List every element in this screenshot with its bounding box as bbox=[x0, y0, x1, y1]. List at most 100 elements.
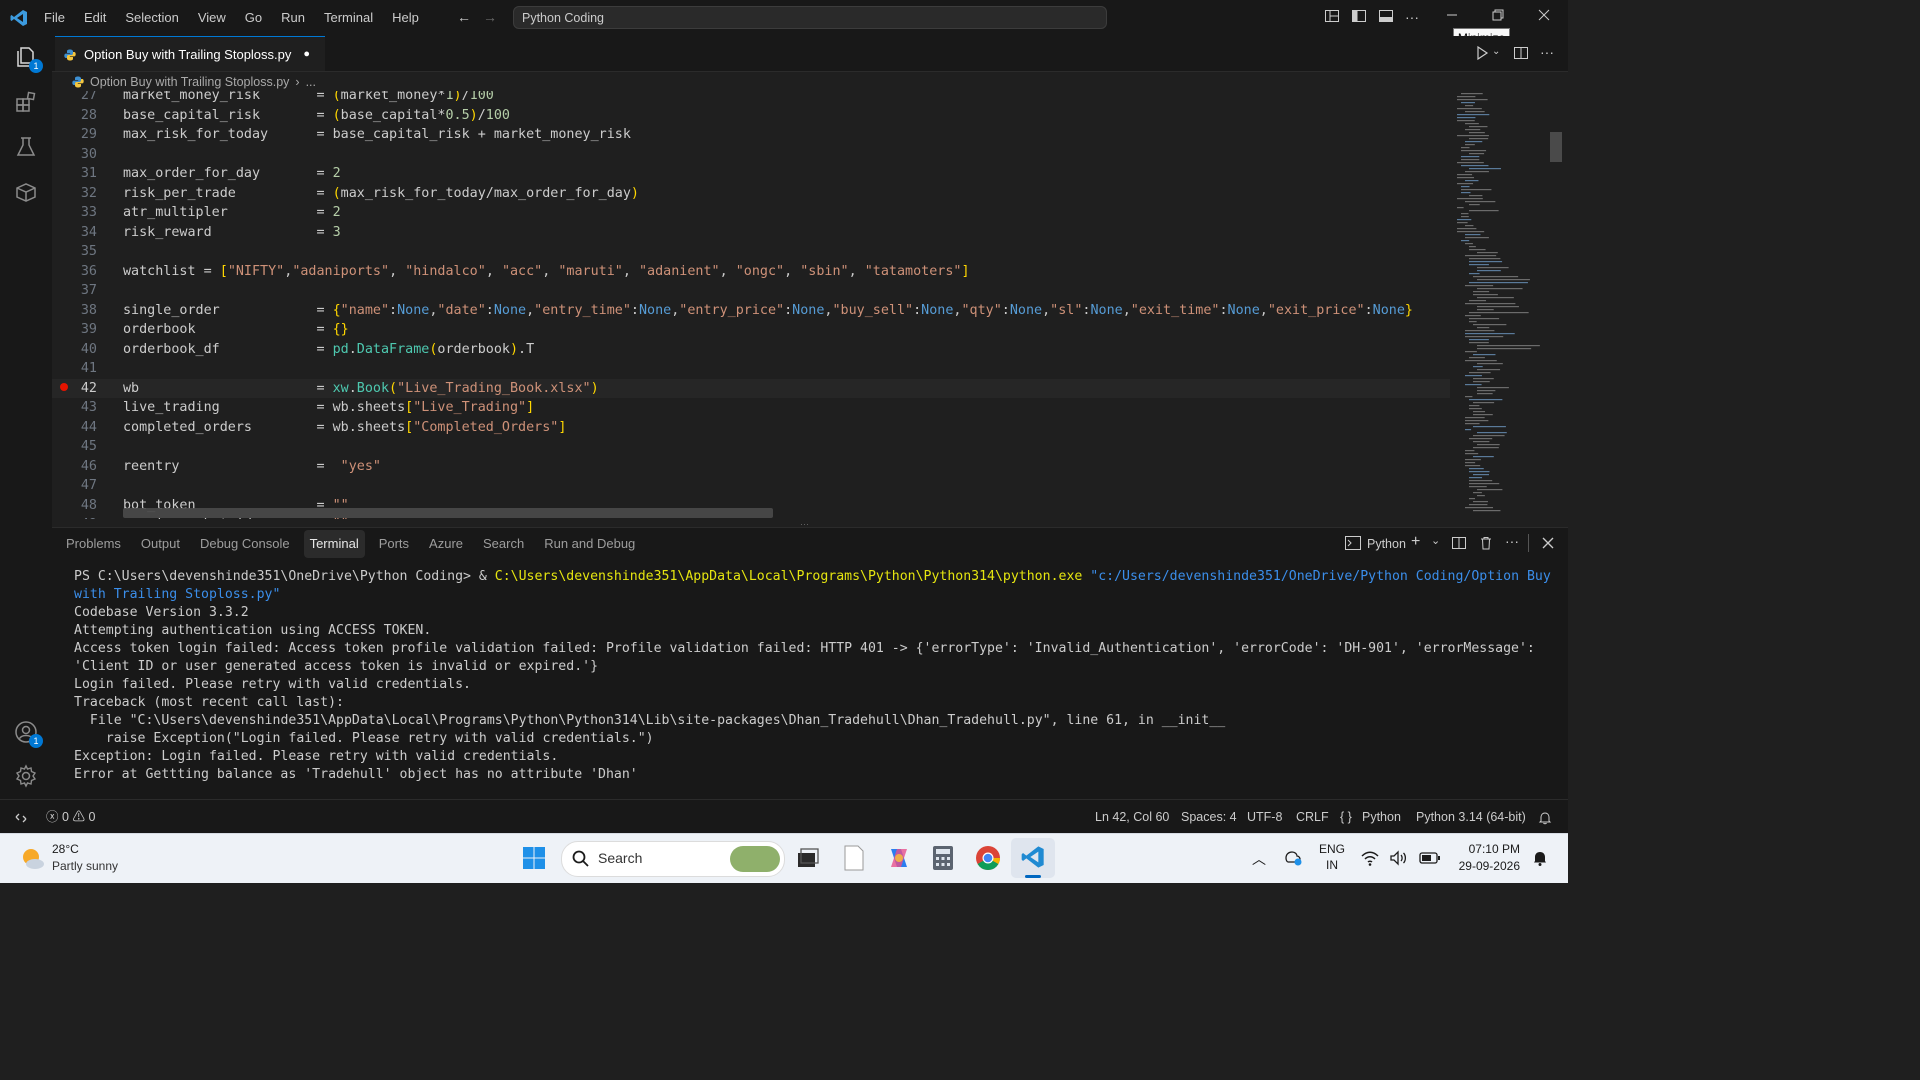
task-view-icon[interactable] bbox=[796, 847, 820, 869]
editor-horizontal-scrollbar[interactable] bbox=[123, 508, 773, 518]
toggle-panel-icon[interactable] bbox=[1377, 8, 1395, 26]
code-line[interactable]: 47 bbox=[52, 476, 1450, 496]
code-line[interactable]: 35 bbox=[52, 242, 1450, 262]
weather-desc[interactable]: Partly sunny bbox=[52, 859, 118, 873]
menu-run[interactable]: Run bbox=[271, 0, 314, 36]
language-mode[interactable]: Python bbox=[1362, 800, 1401, 834]
terminal-dropdown-chevron-icon[interactable]: ⌄ bbox=[1431, 534, 1440, 547]
back-arrow-icon[interactable]: ← bbox=[455, 8, 473, 26]
toggle-sidebar-icon[interactable] bbox=[1350, 8, 1368, 26]
tab-option-buy[interactable]: Option Buy with Trailing Stoploss.py ● bbox=[55, 36, 325, 71]
code-line[interactable]: 31 max_order_for_day = 2 bbox=[52, 164, 1450, 184]
battery-icon[interactable] bbox=[1419, 851, 1441, 865]
language-indicator-bottom[interactable]: IN bbox=[1319, 858, 1345, 872]
settings-gear-icon[interactable] bbox=[13, 764, 39, 790]
explorer-icon[interactable]: 1 bbox=[13, 45, 43, 73]
command-center-search[interactable]: Python Coding bbox=[513, 6, 1107, 29]
language-indicator-top[interactable]: ENG bbox=[1319, 842, 1345, 856]
menu-view[interactable]: View bbox=[188, 0, 235, 36]
cursor-position[interactable]: Ln 42, Col 60 bbox=[1095, 800, 1169, 834]
panel-more-actions-icon[interactable]: ··· bbox=[1505, 533, 1519, 549]
weather-temp[interactable]: 28°C bbox=[52, 842, 79, 856]
panel-tab-ports[interactable]: Ports bbox=[373, 530, 415, 558]
code-line[interactable]: 41 bbox=[52, 359, 1450, 379]
code-line[interactable]: 33 atr_multipler = 2 bbox=[52, 203, 1450, 223]
windows-start-icon[interactable] bbox=[522, 846, 546, 870]
menu-help[interactable]: Help bbox=[382, 0, 428, 36]
minimize-window-icon[interactable] bbox=[1443, 8, 1461, 26]
menu-selection[interactable]: Selection bbox=[115, 0, 187, 36]
editor-vertical-scrollbar[interactable] bbox=[1550, 132, 1562, 162]
remote-explorer-icon[interactable] bbox=[13, 180, 39, 206]
code-line[interactable]: 42 wb = xw.Book("Live_Trading_Book.xlsx") bbox=[52, 378, 1450, 398]
menu-edit[interactable]: Edit bbox=[74, 0, 115, 36]
notifications-bell-icon[interactable] bbox=[1538, 800, 1552, 834]
minimap[interactable] bbox=[1455, 91, 1550, 519]
code-line[interactable]: 43 live_trading = wb.sheets["Live_Trading… bbox=[52, 398, 1450, 418]
panel-tab-azure[interactable]: Azure bbox=[423, 530, 469, 558]
testing-flask-icon[interactable] bbox=[13, 135, 39, 161]
close-panel-icon[interactable] bbox=[1540, 535, 1556, 551]
accounts-icon[interactable]: 1 bbox=[13, 720, 43, 748]
show-hidden-icons-chevron-icon[interactable]: ︿ bbox=[1252, 849, 1266, 869]
indentation-status[interactable]: Spaces: 4 bbox=[1181, 800, 1237, 834]
code-line[interactable]: 46 reentry = "yes" bbox=[52, 457, 1450, 477]
code-line[interactable]: 36 watchlist = ["NIFTY","adaniports", "hi… bbox=[52, 262, 1450, 282]
code-line[interactable]: 37 bbox=[52, 281, 1450, 301]
encoding-status[interactable]: UTF-8 bbox=[1247, 800, 1282, 834]
code-line[interactable]: 32 risk_per_trade = (max_risk_for_today/m… bbox=[52, 184, 1450, 204]
code-editor[interactable]: 27 market_money_risk = (market_money*1)/1… bbox=[52, 91, 1450, 519]
terminal-shell-selector[interactable]: Python bbox=[1345, 535, 1406, 553]
chrome-browser-icon[interactable] bbox=[975, 845, 1001, 871]
kill-terminal-trash-icon[interactable] bbox=[1478, 535, 1494, 551]
code-line[interactable]: 27 market_money_risk = (market_money*1)/1… bbox=[52, 91, 1450, 106]
code-line[interactable]: 38 single_order = {"name":None,"date":Non… bbox=[52, 301, 1450, 321]
code-line[interactable]: 40 orderbook_df = pd.DataFrame(orderbook)… bbox=[52, 340, 1450, 360]
python-interpreter[interactable]: Python 3.14 (64-bit) bbox=[1416, 800, 1526, 834]
taskbar-vscode-button[interactable] bbox=[1011, 838, 1055, 878]
breadcrumb-file[interactable]: Option Buy with Trailing Stoploss.py bbox=[90, 75, 289, 89]
forward-arrow-icon[interactable]: → bbox=[481, 8, 499, 26]
weather-sun-cloud-icon[interactable] bbox=[20, 846, 46, 872]
code-line[interactable]: 44 completed_orders = wb.sheets["Complete… bbox=[52, 418, 1450, 438]
unsaved-dot-icon[interactable]: ● bbox=[303, 48, 310, 60]
breakpoint-icon[interactable] bbox=[60, 383, 68, 391]
notepad-file-icon[interactable] bbox=[843, 845, 865, 871]
split-editor-icon[interactable] bbox=[1513, 45, 1529, 61]
editor-more-actions-icon[interactable]: ··· bbox=[1540, 44, 1554, 60]
taskbar-search-box[interactable]: Search bbox=[561, 841, 785, 877]
code-line[interactable]: 45 bbox=[52, 437, 1450, 457]
panel-tab-output[interactable]: Output bbox=[135, 530, 186, 558]
clock-date[interactable]: 29-09-2026 bbox=[1452, 859, 1520, 873]
code-line[interactable]: 28 base_capital_risk = (base_capital*0.5)… bbox=[52, 106, 1450, 126]
customize-layout-icon[interactable] bbox=[1323, 8, 1341, 26]
code-line[interactable]: 34 risk_reward = 3 bbox=[52, 223, 1450, 243]
notification-bell-icon[interactable] bbox=[1531, 849, 1549, 867]
wifi-icon[interactable] bbox=[1360, 849, 1380, 867]
close-window-icon[interactable] bbox=[1535, 8, 1553, 26]
menu-terminal[interactable]: Terminal bbox=[314, 0, 382, 36]
code-line[interactable]: 29 max_risk_for_today = base_capital_risk… bbox=[52, 125, 1450, 145]
problems-status[interactable]: ⓧ 0 ⚠ 0 bbox=[46, 800, 95, 834]
run-python-file-icon[interactable] bbox=[1474, 45, 1490, 61]
code-line[interactable]: 30 bbox=[52, 145, 1450, 165]
code-line[interactable]: 39 orderbook = {} bbox=[52, 320, 1450, 340]
panel-tab-run-and-debug[interactable]: Run and Debug bbox=[538, 530, 641, 558]
copilot-icon[interactable] bbox=[886, 845, 912, 871]
panel-tab-debug-console[interactable]: Debug Console bbox=[194, 530, 296, 558]
panel-tab-terminal[interactable]: Terminal bbox=[303, 530, 365, 558]
new-terminal-plus-icon[interactable]: + bbox=[1411, 533, 1420, 551]
volume-speaker-icon[interactable] bbox=[1389, 849, 1409, 867]
panel-tab-problems[interactable]: Problems bbox=[60, 530, 127, 558]
extensions-icon[interactable] bbox=[13, 90, 39, 116]
clock-time[interactable]: 07:10 PM bbox=[1456, 842, 1520, 856]
eol-status[interactable]: CRLF bbox=[1296, 800, 1329, 834]
defender-status-icon[interactable] bbox=[1283, 849, 1303, 867]
menu-file[interactable]: File bbox=[34, 0, 74, 36]
split-terminal-icon[interactable] bbox=[1451, 535, 1467, 551]
remote-indicator-icon[interactable] bbox=[14, 800, 28, 834]
restore-window-icon[interactable] bbox=[1489, 8, 1507, 26]
calculator-icon[interactable] bbox=[932, 845, 954, 871]
vscode-logo-icon[interactable] bbox=[10, 9, 28, 27]
menu-go[interactable]: Go bbox=[235, 0, 271, 36]
